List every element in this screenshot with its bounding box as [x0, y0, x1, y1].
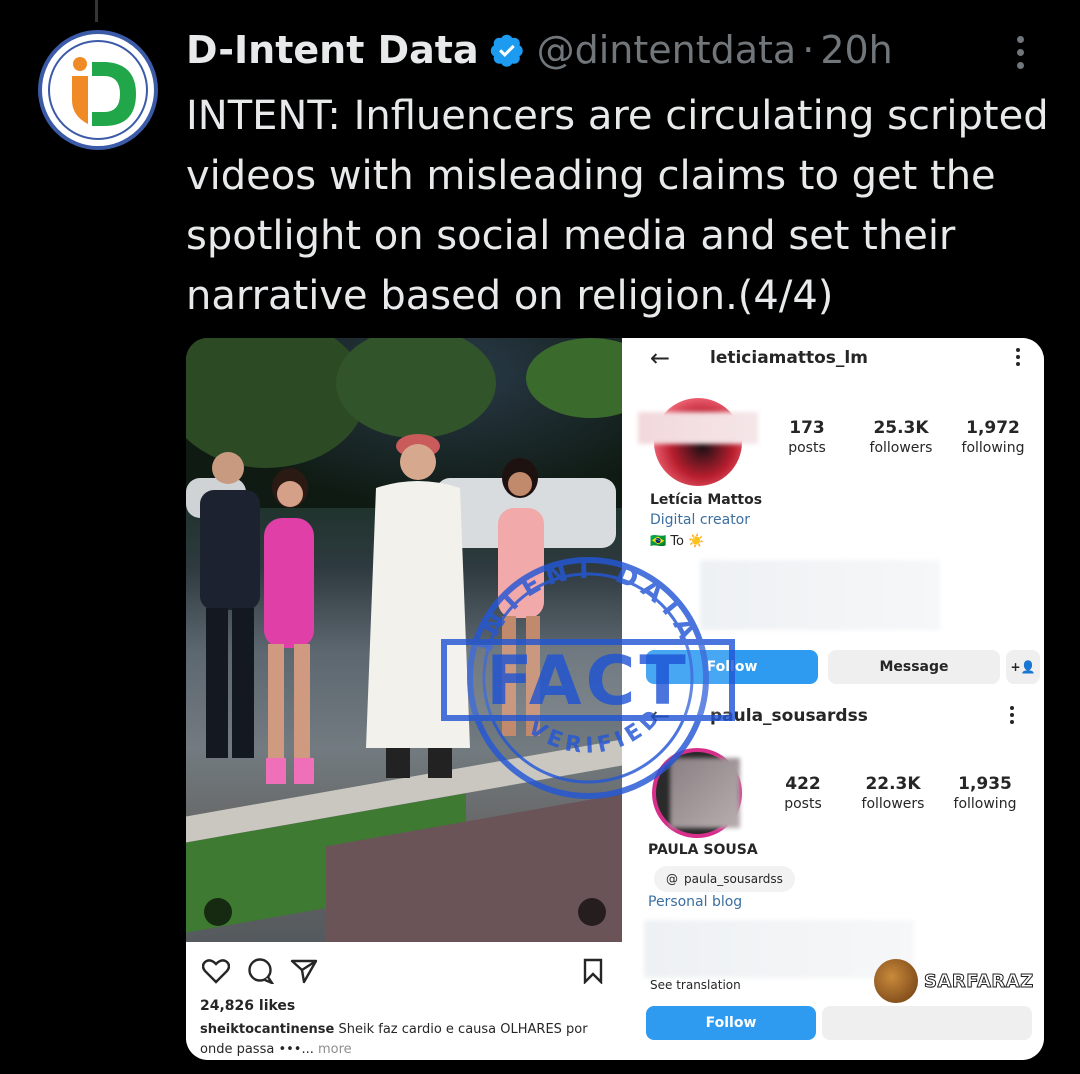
caption-ellipsis: •••... — [278, 1042, 318, 1057]
post-caption: sheiktocantinense Sheik faz cardio e cau… — [200, 1020, 610, 1060]
profile1-category: Digital creator — [650, 512, 751, 528]
profile2-more-icon[interactable] — [1010, 705, 1016, 727]
video-frame — [186, 338, 622, 942]
profile2-follow-button[interactable]: Follow — [646, 1006, 816, 1040]
profile1-followers[interactable]: 25.3K followers — [856, 418, 946, 456]
profile2-header: ← paula_sousardss — [630, 698, 1044, 734]
tweet-media-image[interactable]: 24,826 likes sheiktocantinense Sheik faz… — [186, 338, 1044, 1060]
sarfaraz-watermark: SARFARAZ — [874, 958, 1034, 1004]
profile1-more-icon[interactable] — [1016, 347, 1022, 369]
profile2-posts[interactable]: 422 posts — [758, 774, 848, 812]
handle[interactable]: @dintentdata — [537, 28, 797, 72]
profile1-blurred-area — [638, 412, 758, 444]
comment-icon[interactable] — [246, 958, 274, 984]
bookmark-icon[interactable] — [582, 958, 604, 984]
threads-icon: @ — [666, 872, 678, 886]
profile2-threads-chip[interactable]: @ paula_sousardss — [654, 866, 795, 892]
profiles-panel: ← leticiamattos_lm 173 posts 25.3K followe… — [630, 338, 1044, 1060]
profile1-name: Letícia Mattos — [650, 492, 763, 508]
likes-count[interactable]: 24,826 likes — [200, 998, 295, 1014]
profile2-name: PAULA SOUSA — [648, 842, 758, 858]
tweet-header: D-Intent Data @dintentdata · 20h — [186, 26, 893, 74]
threads-handle: paula_sousardss — [684, 872, 783, 886]
profile1-following[interactable]: 1,972 following — [948, 418, 1038, 456]
woman-in-pink — [264, 468, 314, 784]
tweet-text: INTENT: Influencers are circulating scri… — [186, 93, 1049, 319]
profile1-message-button[interactable]: Message — [828, 650, 1000, 684]
profile2-category: Personal blog — [648, 894, 743, 910]
verified-badge-icon — [490, 34, 523, 67]
profile1-header: ← leticiamattos_lm — [630, 340, 1044, 376]
post-actions: 24,826 likes sheiktocantinense Sheik faz… — [186, 942, 622, 1060]
man-in-thobe — [366, 434, 470, 778]
back-arrow-icon[interactable]: ← — [650, 344, 670, 372]
profile2-message-button[interactable] — [822, 1006, 1032, 1040]
caption-more-link[interactable]: more — [318, 1042, 352, 1057]
profile1-username: leticiamattos_lm — [710, 348, 868, 368]
profile2-blurred-avatar — [670, 758, 740, 828]
more-options-icon[interactable] — [1010, 36, 1030, 76]
profile1-posts[interactable]: 173 posts — [762, 418, 852, 456]
mute-icon[interactable] — [578, 898, 606, 926]
profile2-followers[interactable]: 22.3K followers — [848, 774, 938, 812]
profile-avatar[interactable] — [38, 30, 158, 150]
timestamp[interactable]: 20h — [820, 28, 892, 72]
see-translation-link[interactable]: See translation — [650, 978, 741, 992]
profile1-blurred-bio — [700, 560, 940, 630]
share-icon[interactable] — [290, 958, 318, 984]
separator-dot: · — [802, 28, 815, 72]
back-arrow-icon[interactable]: ← — [650, 702, 670, 730]
collage-divider — [622, 338, 630, 1060]
profile2-following[interactable]: 1,935 following — [940, 774, 1030, 812]
user-tag-icon[interactable] — [204, 898, 232, 926]
d-intent-logo-icon — [72, 57, 136, 126]
watermark-text: SARFARAZ — [924, 970, 1034, 992]
display-name[interactable]: D-Intent Data — [186, 28, 479, 72]
profile2-username: paula_sousardss — [710, 706, 868, 726]
thread-line — [95, 0, 98, 22]
profile1-add-user-button[interactable]: +👤 — [1006, 650, 1040, 684]
heart-icon[interactable] — [202, 958, 230, 984]
watermark-avatar — [874, 959, 918, 1003]
profile1-bio: 🇧🇷 To ☀️ — [650, 534, 705, 549]
caption-username[interactable]: sheiktocantinense — [200, 1022, 334, 1037]
profile1-follow-button[interactable]: Follow — [646, 650, 818, 684]
woman-in-light-pink — [498, 458, 544, 736]
